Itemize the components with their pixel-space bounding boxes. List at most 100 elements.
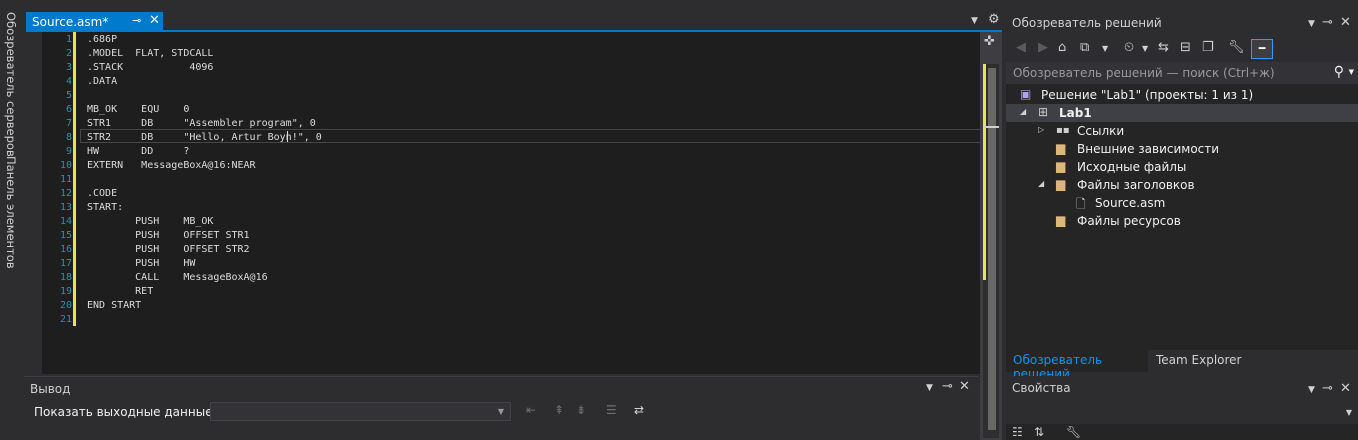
tree-item-label: Исходные файлы bbox=[1077, 160, 1187, 174]
close-icon[interactable]: ✕ bbox=[1340, 381, 1351, 396]
panel-dropdown-icon[interactable]: ▼ bbox=[1308, 19, 1315, 29]
alphabetical-icon[interactable]: ⇅ bbox=[1034, 425, 1044, 439]
properties-object-select[interactable]: ▼ bbox=[1006, 402, 1358, 424]
switch-views-dropdown-icon[interactable]: ▼ bbox=[1102, 44, 1108, 53]
tab-solution-explorer[interactable]: Обозреватель решений bbox=[1006, 350, 1148, 381]
tree-item-label: Source.asm bbox=[1095, 196, 1166, 210]
scrollbar-change-marker bbox=[983, 64, 986, 280]
code-line[interactable]: EXTERN MessageBoxA@16:NEAR bbox=[87, 159, 256, 173]
tree-item-header-files[interactable]: ◢ ▆ Файлы заголовков bbox=[1006, 176, 1358, 194]
line-number: 19 bbox=[59, 286, 72, 297]
code-line[interactable]: .MODEL FLAT, STDCALL bbox=[87, 47, 213, 61]
code-line[interactable]: CALL MessageBoxA@16 bbox=[87, 271, 267, 285]
solution-explorer-toolbar: ◀ ▶ ⌂ ⧉ ▼ ⏲ ▼ ⇆ ⊟ ❐ 🔧︎ ━ bbox=[1006, 36, 1358, 62]
collapse-all-icon[interactable]: ⊟ bbox=[1180, 40, 1191, 55]
code-line[interactable]: PUSH OFFSET STR1 bbox=[87, 229, 249, 243]
tab-source-asm[interactable]: Source.asm* ⊸ ✕ bbox=[26, 12, 163, 32]
tree-item-source-files[interactable]: ▆ Исходные файлы bbox=[1006, 158, 1358, 176]
close-icon[interactable]: ✕ bbox=[1340, 15, 1351, 30]
code-line[interactable]: MB_OK EQU 0 bbox=[87, 103, 189, 117]
solution-explorer-tabs: Обозреватель решений Team Explorer bbox=[1006, 350, 1358, 381]
next-message-icon[interactable]: ⇟ bbox=[576, 403, 586, 417]
server-explorer-tab[interactable]: Обозреватель серверов bbox=[4, 12, 18, 157]
line-number: 6 bbox=[65, 104, 72, 115]
pin-icon[interactable]: ⊸ bbox=[132, 14, 141, 27]
code-line[interactable]: .686P bbox=[87, 33, 117, 47]
output-dropdown-icon[interactable]: ▼ bbox=[926, 383, 933, 393]
folder-icon: ▆ bbox=[1056, 213, 1066, 227]
sync-icon[interactable]: ⇆ bbox=[1158, 40, 1169, 55]
output-source-select[interactable]: ▼ bbox=[210, 402, 511, 421]
filter-dropdown-icon[interactable]: ▼ bbox=[1142, 44, 1148, 53]
expanded-arrow-icon[interactable]: ◢ bbox=[1038, 179, 1044, 188]
go-to-location-icon[interactable]: ⇤ bbox=[526, 403, 536, 417]
collapsed-arrow-icon[interactable]: ▷ bbox=[1038, 125, 1044, 134]
open-folder-icon: ▆ bbox=[1056, 177, 1066, 191]
code-line[interactable]: START: bbox=[87, 201, 123, 215]
previous-message-icon[interactable]: ⇞ bbox=[554, 403, 564, 417]
line-number: 1 bbox=[65, 34, 72, 45]
search-icon: ⚲ bbox=[1333, 64, 1344, 80]
code-line[interactable]: PUSH HW bbox=[87, 257, 195, 271]
tab-overflow-dropdown-icon[interactable]: ▼ bbox=[971, 16, 978, 26]
pin-icon[interactable]: ⊸ bbox=[1322, 15, 1333, 30]
solution-search-box[interactable]: Обозреватель решений — поиск (Ctrl+ж) ⚲ … bbox=[1006, 62, 1358, 84]
toolbox-tab[interactable]: Панель элементов bbox=[4, 156, 18, 269]
document-tab-bar: Source.asm* ⊸ ✕ ▼ ⚙ bbox=[24, 10, 1002, 32]
code-line[interactable]: .DATA bbox=[87, 75, 117, 89]
tree-item-resource-files[interactable]: ▆ Файлы ресурсов bbox=[1006, 212, 1358, 230]
back-icon[interactable]: ◀ bbox=[1016, 40, 1026, 55]
line-number: 4 bbox=[65, 76, 72, 87]
references-icon: ▪▪ bbox=[1056, 125, 1070, 136]
project-icon: ⊞ bbox=[1038, 105, 1049, 119]
code-line[interactable]: PUSH OFFSET STR2 bbox=[87, 243, 249, 257]
folder-icon: ▆ bbox=[1056, 159, 1066, 173]
code-line[interactable]: RET bbox=[87, 285, 153, 299]
preview-selected-icon[interactable]: ━ bbox=[1251, 39, 1273, 59]
code-line[interactable]: PUSH MB_OK bbox=[87, 215, 213, 229]
output-close-icon[interactable]: ✕ bbox=[959, 379, 970, 394]
line-number: 3 bbox=[65, 62, 72, 73]
scrollbar-thumb[interactable] bbox=[988, 68, 996, 430]
switch-views-icon[interactable]: ⧉ bbox=[1080, 40, 1089, 55]
gear-icon[interactable]: ⚙ bbox=[988, 12, 1000, 27]
output-title: Вывод bbox=[30, 382, 71, 396]
clear-all-icon[interactable]: ☰ bbox=[606, 403, 617, 417]
tree-item-source-asm[interactable]: 🗋︎ Source.asm bbox=[1006, 194, 1358, 212]
tree-item-solution[interactable]: ▣ Решение "Lab1" (проекты: 1 из 1) bbox=[1006, 86, 1358, 104]
panel-dropdown-icon[interactable]: ▼ bbox=[1308, 385, 1315, 395]
split-window-icon[interactable]: ✜ bbox=[984, 34, 995, 49]
line-number: 9 bbox=[65, 146, 72, 157]
output-panel: Вывод ▼ ⊸ ✕ Показать выходные данные из:… bbox=[24, 376, 978, 440]
editor-vertical-scrollbar[interactable]: ✜ bbox=[980, 32, 1002, 440]
home-icon[interactable]: ⌂ bbox=[1058, 40, 1066, 55]
expanded-arrow-icon[interactable]: ◢ bbox=[1020, 107, 1026, 116]
pin-icon[interactable]: ⊸ bbox=[1322, 381, 1333, 396]
tree-item-project[interactable]: ◢ ⊞ Lab1 bbox=[1006, 104, 1358, 122]
code-editor[interactable]: 1 2 3 4 5 6 7 8 9 10 11 12 13 14 15 16 17 18 19 20 21 .686P.… bbox=[42, 32, 980, 374]
pending-changes-filter-icon[interactable]: ⏲ bbox=[1124, 40, 1134, 55]
tree-item-label: Внешние зависимости bbox=[1077, 142, 1220, 156]
code-line[interactable]: .CODE bbox=[87, 187, 117, 201]
code-line[interactable]: .STACK 4096 bbox=[87, 61, 213, 75]
forward-icon[interactable]: ▶ bbox=[1038, 40, 1048, 55]
word-wrap-icon[interactable]: ⇄ bbox=[634, 403, 644, 417]
show-all-files-icon[interactable]: ❐ bbox=[1202, 40, 1214, 55]
line-number: 11 bbox=[59, 174, 72, 185]
code-line[interactable]: STR1 DB "Assembler program", 0 bbox=[87, 117, 316, 131]
output-pin-icon[interactable]: ⊸ bbox=[942, 379, 953, 394]
code-line[interactable]: HW DD ? bbox=[87, 145, 189, 159]
chevron-down-icon: ▼ bbox=[497, 407, 504, 416]
wrench-icon[interactable]: 🔧︎ bbox=[1228, 40, 1245, 55]
property-pages-icon[interactable]: 🔧︎ bbox=[1066, 425, 1081, 439]
line-number: 18 bbox=[59, 272, 72, 283]
tab-team-explorer[interactable]: Team Explorer bbox=[1156, 353, 1242, 367]
tree-item-label: Файлы ресурсов bbox=[1077, 214, 1181, 228]
tree-item-label: Файлы заголовков bbox=[1077, 178, 1195, 192]
close-icon[interactable]: ✕ bbox=[149, 13, 160, 28]
tree-item-external-dependencies[interactable]: ▆ Внешние зависимости bbox=[1006, 140, 1358, 158]
search-options-dropdown-icon[interactable]: ▼ bbox=[1349, 68, 1354, 76]
tree-item-references[interactable]: ▷ ▪▪ Ссылки bbox=[1006, 122, 1358, 140]
code-line[interactable]: END START bbox=[87, 299, 141, 313]
categorized-icon[interactable]: ☷ bbox=[1012, 425, 1023, 439]
